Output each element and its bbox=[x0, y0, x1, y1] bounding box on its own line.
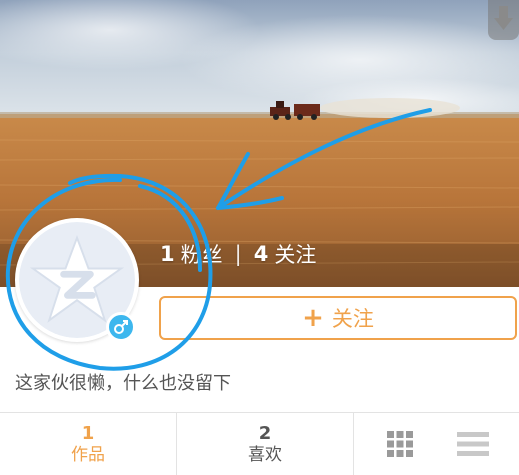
profile-tabs: 1 作品 2 喜欢 bbox=[0, 412, 519, 475]
follow-button[interactable]: + 关注 bbox=[159, 296, 517, 340]
works-label: 作品 bbox=[71, 445, 105, 466]
tab-likes[interactable]: 2 喜欢 bbox=[177, 413, 354, 475]
view-mode-toggles bbox=[354, 413, 519, 475]
following-count[interactable]: 4 bbox=[254, 242, 269, 266]
grid-view-icon bbox=[387, 431, 414, 457]
grid-view-button[interactable] bbox=[382, 426, 418, 462]
profile-stats: 1 粉丝 | 4 关注 bbox=[160, 238, 316, 270]
collapse-handle[interactable] bbox=[488, 0, 519, 40]
profile-bio: 这家伙很懒，什么也没留下 bbox=[15, 373, 231, 394]
arrow-down-icon bbox=[494, 6, 513, 30]
works-count: 1 bbox=[81, 422, 95, 444]
list-view-icon bbox=[456, 432, 489, 456]
following-label[interactable]: 关注 bbox=[274, 239, 316, 269]
fans-count[interactable]: 1 bbox=[160, 242, 175, 266]
tab-works[interactable]: 1 作品 bbox=[0, 413, 177, 475]
likes-count: 2 bbox=[258, 422, 272, 444]
plus-icon: + bbox=[302, 303, 324, 333]
fans-label[interactable]: 粉丝 bbox=[181, 239, 223, 269]
male-icon bbox=[106, 312, 136, 342]
list-view-button[interactable] bbox=[455, 426, 491, 462]
follow-button-label: 关注 bbox=[331, 307, 374, 331]
likes-label: 喜欢 bbox=[248, 445, 282, 466]
stats-separator: | bbox=[234, 242, 242, 266]
